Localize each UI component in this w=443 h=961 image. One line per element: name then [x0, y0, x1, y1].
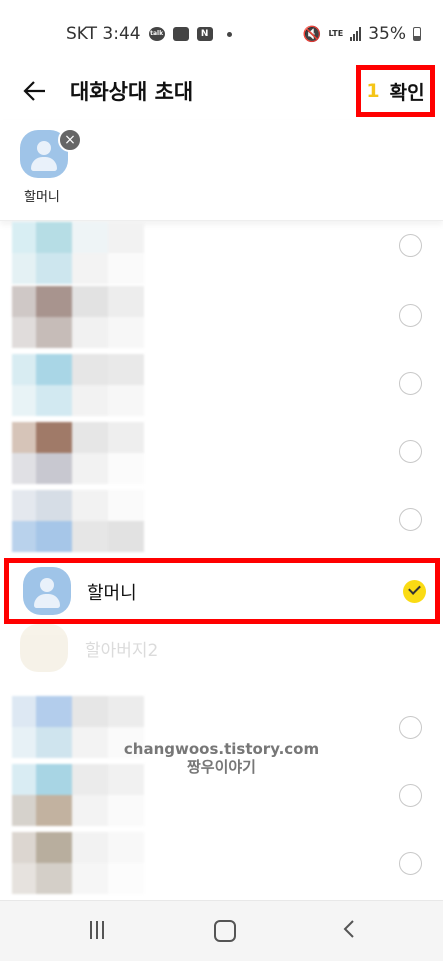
- select-radio[interactable]: [399, 508, 422, 531]
- status-right: 🔇 LTE 35%: [303, 24, 421, 44]
- list-item[interactable]: [0, 420, 443, 488]
- gallery-notification-icon: [172, 27, 189, 41]
- confirm-button[interactable]: 1 확인: [356, 65, 435, 117]
- system-nav-bar: [0, 900, 443, 961]
- blurred-avatar: [12, 354, 162, 416]
- status-bar: SKT 3:44 talk N 🔇 LTE 35%: [0, 0, 443, 62]
- blurred-avatar: [12, 422, 162, 484]
- list-item-disabled: 할아버지2: [0, 606, 443, 676]
- selected-friends-bar: × 할머니: [0, 120, 443, 221]
- system-back-button[interactable]: [342, 919, 356, 939]
- home-button[interactable]: [214, 920, 236, 942]
- select-radio[interactable]: [399, 784, 422, 807]
- watermark-blog: 짱우이야기: [186, 758, 256, 776]
- select-radio-checked[interactable]: [403, 580, 426, 603]
- blurred-avatar: [12, 490, 162, 552]
- list-item[interactable]: [0, 352, 443, 420]
- select-radio[interactable]: [399, 716, 422, 739]
- more-notifications-dot: [226, 31, 232, 37]
- select-radio[interactable]: [399, 852, 422, 875]
- watermark: changwoos.tistory.com 짱우이야기: [0, 740, 443, 776]
- blurred-avatar: [12, 222, 162, 284]
- recent-apps-button[interactable]: [90, 921, 110, 939]
- page-title: 대화상대 초대: [70, 80, 194, 104]
- watermark-url: changwoos.tistory.com: [123, 740, 320, 758]
- select-radio[interactable]: [399, 304, 422, 327]
- naver-notification-icon: N: [196, 27, 213, 41]
- list-item[interactable]: [0, 830, 443, 898]
- lte-icon: LTE: [328, 29, 344, 38]
- battery-percent: 35%: [368, 24, 406, 44]
- confirm-label: 확인: [389, 81, 425, 104]
- carrier-time: SKT 3:44: [66, 24, 141, 44]
- status-left: SKT 3:44 talk N: [66, 24, 232, 44]
- chevron-left-icon: [343, 920, 354, 938]
- select-radio[interactable]: [399, 234, 422, 257]
- remove-chip-icon[interactable]: ×: [58, 128, 82, 152]
- battery-icon: [413, 27, 421, 41]
- app-header: 대화상대 초대 1 확인: [0, 62, 443, 120]
- select-radio[interactable]: [399, 372, 422, 395]
- avatar: [20, 624, 68, 672]
- friend-name: 할머니: [87, 583, 137, 604]
- signal-icon: [350, 27, 362, 41]
- list-item[interactable]: [0, 284, 443, 352]
- select-radio[interactable]: [399, 440, 422, 463]
- list-item[interactable]: [0, 220, 443, 288]
- blurred-avatar: [12, 832, 162, 894]
- selected-count: 1: [366, 80, 380, 102]
- back-button[interactable]: [20, 76, 50, 106]
- friend-list: 할머니 할아버지2: [0, 220, 443, 900]
- list-item[interactable]: [0, 488, 443, 556]
- friend-name: 할아버지2: [85, 641, 159, 661]
- arrow-left-icon: [23, 81, 45, 101]
- chip-name: 할머니: [24, 190, 60, 205]
- talk-notification-icon: talk: [148, 27, 165, 41]
- mute-icon: 🔇: [302, 25, 322, 43]
- selected-chip[interactable]: × 할머니: [20, 128, 82, 205]
- blurred-avatar: [12, 286, 162, 348]
